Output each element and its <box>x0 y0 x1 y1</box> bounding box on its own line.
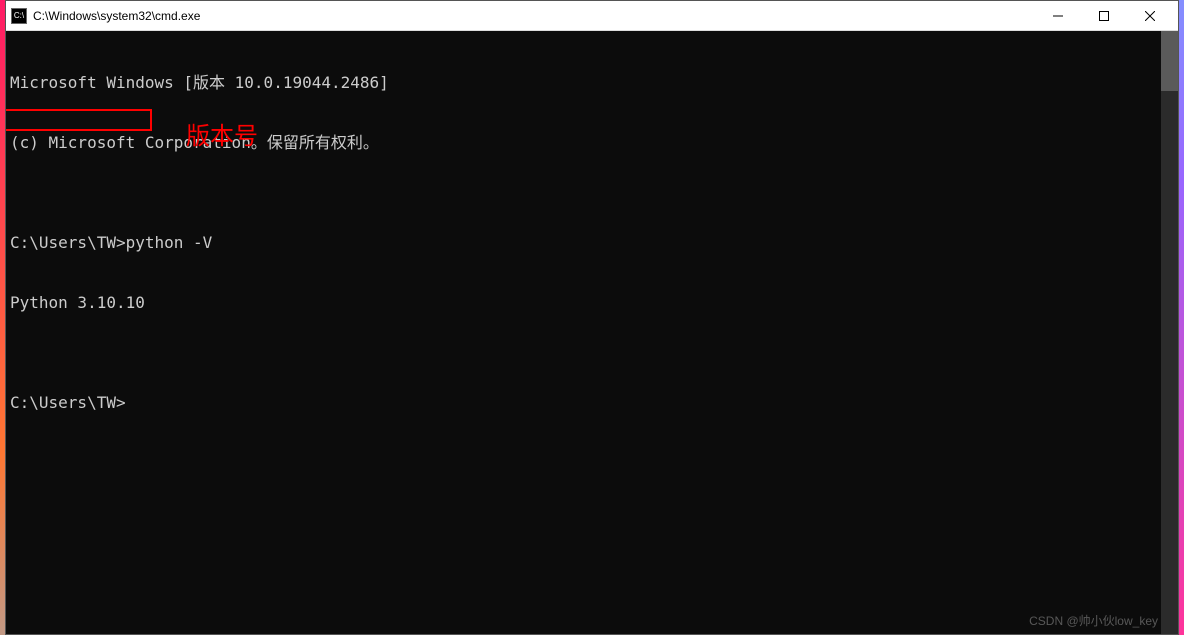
terminal-header-line2: (c) Microsoft Corporation。保留所有权利。 <box>10 133 1174 153</box>
prompt-path: C:\Users\TW> <box>10 233 126 252</box>
cmd-window: C:\ C:\Windows\system32\cmd.exe Microso <box>5 0 1179 635</box>
prompt-path-2: C:\Users\TW> <box>10 393 126 412</box>
minimize-button[interactable] <box>1035 1 1081 31</box>
title-bar[interactable]: C:\ C:\Windows\system32\cmd.exe <box>6 1 1178 31</box>
terminal-header-line1: Microsoft Windows [版本 10.0.19044.2486] <box>10 73 1174 93</box>
maximize-button[interactable] <box>1081 1 1127 31</box>
window-controls <box>1035 1 1173 31</box>
terminal-body[interactable]: Microsoft Windows [版本 10.0.19044.2486] (… <box>6 31 1178 634</box>
cursor <box>126 396 134 412</box>
close-icon <box>1145 8 1155 24</box>
cmd-icon: C:\ <box>11 8 27 24</box>
prompt-command: python -V <box>126 233 213 252</box>
annotation-highlight-box <box>6 109 152 131</box>
vertical-scrollbar[interactable] <box>1161 31 1178 634</box>
scrollbar-thumb[interactable] <box>1161 31 1178 91</box>
terminal-prompt-2: C:\Users\TW> <box>10 393 1174 413</box>
cmd-icon-text: C:\ <box>14 11 24 20</box>
terminal-output-1: Python 3.10.10 <box>10 293 1174 313</box>
maximize-icon <box>1099 8 1109 24</box>
close-button[interactable] <box>1127 1 1173 31</box>
minimize-icon <box>1053 8 1063 24</box>
terminal-prompt-1: C:\Users\TW>python -V <box>10 233 1174 253</box>
window-title: C:\Windows\system32\cmd.exe <box>33 9 1035 23</box>
